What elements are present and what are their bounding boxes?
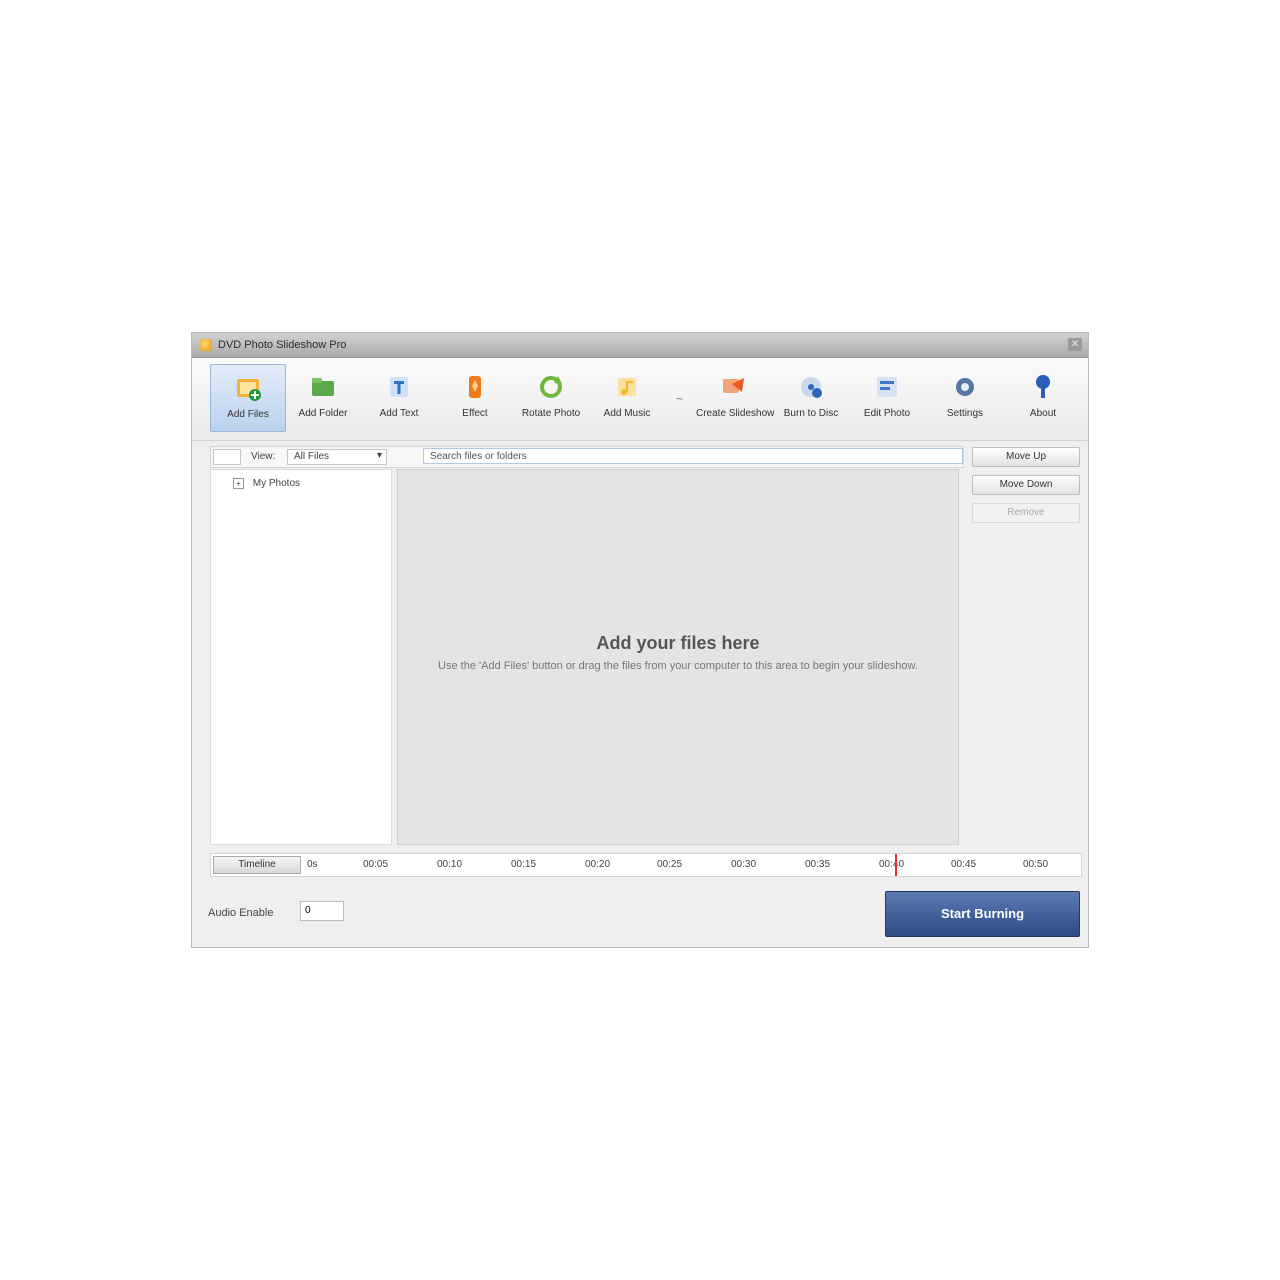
window-title: DVD Photo Slideshow Pro bbox=[218, 339, 347, 351]
toolbar-label: Rotate Photo bbox=[521, 408, 581, 419]
view-value: All Files bbox=[294, 451, 330, 462]
timeline-tick: 00:30 bbox=[731, 859, 757, 870]
add-music-icon bbox=[610, 370, 644, 404]
timeline-tick: 00:05 bbox=[363, 859, 389, 870]
timeline-tick: 00:35 bbox=[805, 859, 831, 870]
start-burning-button[interactable]: Start Burning bbox=[885, 891, 1080, 937]
timeline-tick: 00:25 bbox=[657, 859, 683, 870]
chevron-down-icon: ▾ bbox=[376, 450, 382, 461]
create-slideshow-button[interactable]: Create Slideshow bbox=[696, 364, 775, 430]
timeline-tick: 00:40 bbox=[879, 859, 905, 870]
burn-to-disc-button[interactable]: Burn to Disc bbox=[774, 364, 848, 430]
edit-photo-icon bbox=[870, 370, 904, 404]
timeline-tick: 00:50 bbox=[1023, 859, 1049, 870]
about-button[interactable]: About bbox=[1006, 364, 1080, 430]
timeline-button[interactable]: Timeline bbox=[213, 856, 301, 874]
audio-input[interactable]: 0 bbox=[300, 901, 344, 921]
toolbar-label: Settings bbox=[946, 408, 984, 419]
settings-icon bbox=[948, 370, 982, 404]
add-text-icon bbox=[382, 370, 416, 404]
toolbar-label: Add Files bbox=[227, 409, 269, 420]
about-icon bbox=[1026, 370, 1060, 404]
effect-icon bbox=[458, 370, 492, 404]
expand-icon[interactable]: + bbox=[233, 478, 244, 489]
folder-tree: + My Photos bbox=[210, 469, 392, 845]
rotate-photo-icon bbox=[534, 370, 568, 404]
toolbar-label: About bbox=[1029, 408, 1057, 419]
drop-area[interactable]: Add your files here Use the 'Add Files' … bbox=[397, 469, 959, 845]
app-window: DVD Photo Slideshow Pro ✕ Add Files Add … bbox=[192, 333, 1088, 947]
tree-item-label: My Photos bbox=[252, 478, 301, 490]
add-folder-icon bbox=[306, 370, 340, 404]
timeline-ruler[interactable]: Timeline 0s 00:05 00:10 00:15 00:20 00:2… bbox=[210, 853, 1082, 877]
move-up-button[interactable]: Move Up bbox=[972, 447, 1080, 467]
timeline-tick: 00:10 bbox=[437, 859, 463, 870]
toolbar-label: Add Music bbox=[603, 408, 651, 419]
toolbar-label: Effect bbox=[462, 408, 488, 419]
toolbar-separator: ~ bbox=[676, 392, 684, 406]
edit-photo-button[interactable]: Edit Photo bbox=[850, 364, 924, 430]
effect-button[interactable]: Effect bbox=[438, 364, 512, 430]
settings-button[interactable]: Settings bbox=[928, 364, 1002, 430]
timeline-tick: 00:15 bbox=[511, 859, 537, 870]
view-dropdown[interactable]: All Files ▾ bbox=[287, 449, 387, 465]
title-bar[interactable]: DVD Photo Slideshow Pro ✕ bbox=[192, 333, 1088, 358]
add-folder-button[interactable]: Add Folder bbox=[286, 364, 360, 430]
drop-area-hint: Use the 'Add Files' button or drag the f… bbox=[438, 660, 918, 672]
rotate-photo-button[interactable]: Rotate Photo bbox=[514, 364, 588, 430]
add-music-button[interactable]: Add Music bbox=[590, 364, 664, 430]
filter-bar: View: All Files ▾ Search files or folder… bbox=[210, 446, 964, 468]
remove-button[interactable]: Remove bbox=[972, 503, 1080, 523]
search-placeholder: Search files or folders bbox=[430, 451, 527, 462]
toolbar-label: Add Folder bbox=[298, 408, 348, 419]
timeline-tick: 00:20 bbox=[585, 859, 611, 870]
audio-label: Audio Enable bbox=[208, 907, 274, 919]
toolbar-label: Create Slideshow bbox=[696, 408, 775, 419]
move-down-button[interactable]: Move Down bbox=[972, 475, 1080, 495]
toolbar-label: Edit Photo bbox=[863, 408, 911, 419]
add-files-icon bbox=[231, 371, 265, 405]
drop-area-title: Add your files here bbox=[596, 633, 760, 653]
burn-to-disc-icon bbox=[794, 370, 828, 404]
view-toggle[interactable] bbox=[213, 449, 241, 465]
close-window-button[interactable]: ✕ bbox=[1068, 338, 1082, 351]
add-text-button[interactable]: Add Text bbox=[362, 364, 436, 430]
toolbar-label: Add Text bbox=[379, 408, 419, 419]
create-slideshow-icon bbox=[716, 370, 750, 404]
search-input[interactable]: Search files or folders bbox=[423, 448, 963, 464]
main-toolbar: Add Files Add Folder Add Text Effect Rot… bbox=[192, 358, 1088, 441]
tree-item-root[interactable]: + My Photos bbox=[233, 478, 300, 489]
view-label: View: bbox=[251, 451, 276, 462]
toolbar-label: Burn to Disc bbox=[783, 408, 839, 419]
add-files-button[interactable]: Add Files bbox=[210, 364, 286, 432]
close-icon: ✕ bbox=[1070, 339, 1080, 350]
app-icon bbox=[200, 339, 212, 351]
playhead[interactable] bbox=[895, 854, 897, 876]
timeline-tick: 00:45 bbox=[951, 859, 977, 870]
bottom-bar: Audio Enable 0 Start Burning bbox=[192, 881, 1088, 947]
timeline-tick: 0s bbox=[307, 859, 318, 870]
